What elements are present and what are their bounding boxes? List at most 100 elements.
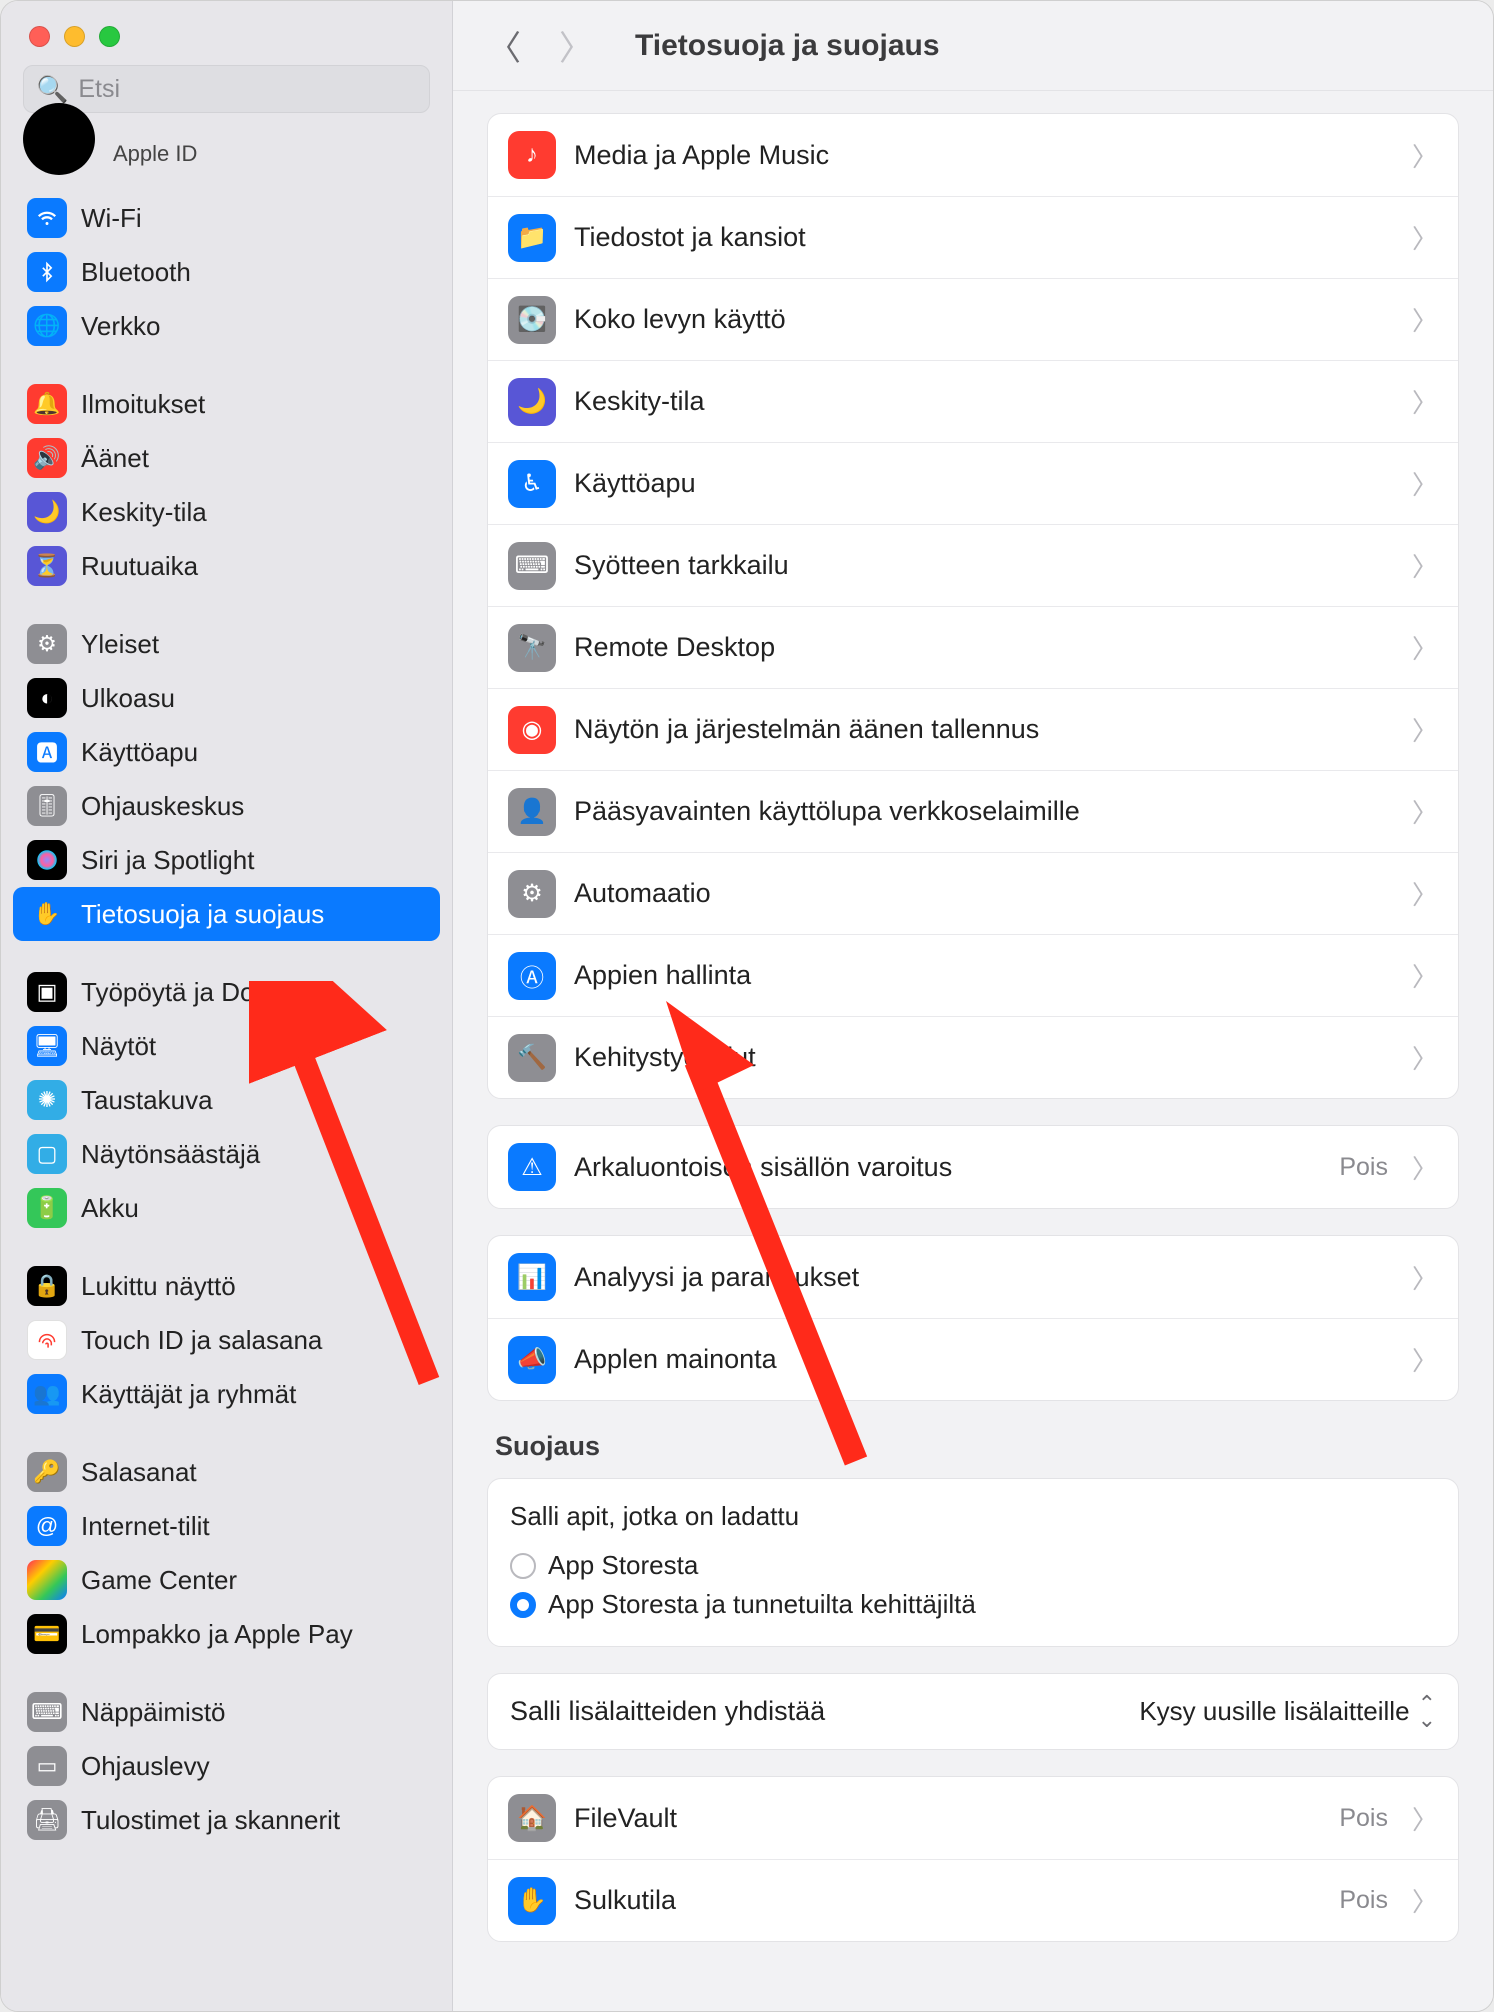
- keyboard-icon: ⌨︎: [508, 542, 556, 590]
- row-filevault[interactable]: 🏠 FileVault Pois 〉: [488, 1777, 1458, 1859]
- sidebar-item-sound[interactable]: 🔊 Äänet: [13, 431, 440, 485]
- search-input[interactable]: [78, 75, 417, 104]
- row-media-apple-music[interactable]: ♪ Media ja Apple Music 〉: [488, 114, 1458, 196]
- sidebar-item-internet-accounts[interactable]: @ Internet-tilit: [13, 1499, 440, 1553]
- chevron-right-icon: 〉: [1412, 1039, 1438, 1076]
- sidebar-item-users-groups[interactable]: 👥 Käyttäjät ja ryhmät: [13, 1367, 440, 1421]
- row-accessibility[interactable]: ♿︎ Käyttöapu 〉: [488, 442, 1458, 524]
- sidebar-group-input: ⌨︎ Näppäimistö ▭ Ohjauslevy 🖨︎ Tulostime…: [1, 1685, 452, 1847]
- search-icon: 🔍: [36, 74, 68, 105]
- row-label: Media ja Apple Music: [574, 140, 1394, 171]
- radio-label: App Storesta ja tunnetuilta kehittäjiltä: [548, 1589, 976, 1620]
- sidebar-item-privacy-security[interactable]: ✋ Tietosuoja ja suojaus: [13, 887, 440, 941]
- sidebar-item-bluetooth[interactable]: Bluetooth: [13, 245, 440, 299]
- search-field[interactable]: 🔍: [23, 65, 430, 113]
- sidebar-item-siri-spotlight[interactable]: Siri ja Spotlight: [13, 833, 440, 887]
- sidebar-item-network[interactable]: 🌐 Verkko: [13, 299, 440, 353]
- moon-icon: 🌙: [508, 378, 556, 426]
- sidebar-item-keyboard[interactable]: ⌨︎ Näppäimistö: [13, 1685, 440, 1739]
- row-app-management[interactable]: Ⓐ Appien hallinta 〉: [488, 934, 1458, 1016]
- sidebar-item-label: Yleiset: [81, 629, 159, 660]
- sidebar-item-printers-scanners[interactable]: 🖨︎ Tulostimet ja skannerit: [13, 1793, 440, 1847]
- sidebar-item-notifications[interactable]: 🔔 Ilmoitukset: [13, 377, 440, 431]
- bell-icon: 🔔: [27, 384, 67, 424]
- apple-id-label: Apple ID: [113, 141, 197, 167]
- siri-icon: [27, 840, 67, 880]
- chevron-right-icon: 〉: [1412, 629, 1438, 666]
- sidebar-item-control-center[interactable]: 🎚︎ Ohjauskeskus: [13, 779, 440, 833]
- sidebar-item-label: Taustakuva: [81, 1085, 213, 1116]
- window-zoom-button[interactable]: [99, 26, 120, 47]
- stepper-icon: ⌃⌄: [1418, 1696, 1436, 1727]
- row-lockdown-mode[interactable]: ✋ Sulkutila Pois 〉: [488, 1859, 1458, 1941]
- row-focus[interactable]: 🌙 Keskity-tila 〉: [488, 360, 1458, 442]
- appstore-icon: Ⓐ: [508, 952, 556, 1000]
- switches-icon: 🎚︎: [27, 786, 67, 826]
- sidebar-item-focus[interactable]: 🌙 Keskity-tila: [13, 485, 440, 539]
- sidebar-item-battery[interactable]: 🔋 Akku: [13, 1181, 440, 1235]
- radio-app-store-and-devs[interactable]: App Storesta ja tunnetuilta kehittäjiltä: [510, 1585, 1436, 1624]
- sidebar-item-desktop-dock[interactable]: ▣ Työpöytä ja Dock: [13, 965, 440, 1019]
- main-panel: 〈 〉 Tietosuoja ja suojaus ♪ Media ja App…: [453, 1, 1493, 2011]
- dock-icon: ▣: [27, 972, 67, 1012]
- chevron-right-icon: 〉: [1412, 793, 1438, 830]
- row-sensitive-content-warning[interactable]: ⚠︎ Arkaluontoisen sisällön varoitus Pois…: [488, 1126, 1458, 1208]
- row-analytics-improvements[interactable]: 📊 Analyysi ja parannukset 〉: [488, 1236, 1458, 1318]
- apple-id-row[interactable]: Apple ID: [1, 127, 452, 191]
- appearance-icon: ◐: [27, 678, 67, 718]
- row-passkeys-web[interactable]: 👤 Pääsyavainten käyttölupa verkkoselaimi…: [488, 770, 1458, 852]
- row-developer-tools[interactable]: 🔨 Kehitystyökalut 〉: [488, 1016, 1458, 1098]
- chevron-right-icon: 〉: [1412, 383, 1438, 420]
- sidebar-item-label: Käyttöapu: [81, 737, 198, 768]
- sidebar-item-label: Työpöytä ja Dock: [81, 977, 280, 1008]
- select-value: Kysy uusille lisälaitteille: [1139, 1696, 1409, 1727]
- bluetooth-icon: [27, 252, 67, 292]
- sidebar-item-label: Näytöt: [81, 1031, 156, 1062]
- row-label: Appien hallinta: [574, 960, 1394, 991]
- fingerprint-icon: [27, 1320, 67, 1360]
- radio-app-store[interactable]: App Storesta: [510, 1546, 1436, 1585]
- row-input-monitoring[interactable]: ⌨︎ Syötteen tarkkailu 〉: [488, 524, 1458, 606]
- sidebar-item-wallet-applepay[interactable]: 💳 Lompakko ja Apple Pay: [13, 1607, 440, 1661]
- sidebar-item-general[interactable]: ⚙︎ Yleiset: [13, 617, 440, 671]
- row-full-disk-access[interactable]: 💽 Koko levyn käyttö 〉: [488, 278, 1458, 360]
- filevault-icon: 🏠: [508, 1794, 556, 1842]
- window-minimize-button[interactable]: [64, 26, 85, 47]
- sidebar-item-screentime[interactable]: ⏳ Ruutuaika: [13, 539, 440, 593]
- sidebar-item-wifi[interactable]: Wi-Fi: [13, 191, 440, 245]
- content-scroll[interactable]: ♪ Media ja Apple Music 〉 📁 Tiedostot ja …: [453, 91, 1493, 2011]
- window-close-button[interactable]: [29, 26, 50, 47]
- sidebar-item-displays[interactable]: 🖥︎ Näytöt: [13, 1019, 440, 1073]
- battery-icon: 🔋: [27, 1188, 67, 1228]
- row-files-folders[interactable]: 📁 Tiedostot ja kansiot 〉: [488, 196, 1458, 278]
- row-apple-advertising[interactable]: 📣 Applen mainonta 〉: [488, 1318, 1458, 1400]
- sidebar-item-appearance[interactable]: ◐ Ulkoasu: [13, 671, 440, 725]
- sidebar-item-label: Tietosuoja ja suojaus: [81, 899, 324, 930]
- row-allow-accessories[interactable]: Salli lisälaitteiden yhdistää Kysy uusil…: [488, 1674, 1458, 1749]
- sidebar-item-screensaver[interactable]: ▢ Näytönsäästäjä: [13, 1127, 440, 1181]
- sidebar-group-general: ⚙︎ Yleiset ◐ Ulkoasu 🅰︎ Käyttöapu 🎚︎ Ohj…: [1, 617, 452, 941]
- sidebar-item-label: Tulostimet ja skannerit: [81, 1805, 340, 1836]
- sidebar-group-attention: 🔔 Ilmoitukset 🔊 Äänet 🌙 Keskity-tila ⏳ R…: [1, 377, 452, 593]
- sidebar-item-accessibility[interactable]: 🅰︎ Käyttöapu: [13, 725, 440, 779]
- sidebar-item-trackpad[interactable]: ▭ Ohjauslevy: [13, 1739, 440, 1793]
- nav-forward-button[interactable]: 〉: [553, 21, 599, 70]
- sidebar-item-wallpaper[interactable]: ✺ Taustakuva: [13, 1073, 440, 1127]
- sidebar-item-label: Verkko: [81, 311, 161, 342]
- sidebar-item-gamecenter[interactable]: Game Center: [13, 1553, 440, 1607]
- sidebar-item-touchid[interactable]: Touch ID ja salasana: [13, 1313, 440, 1367]
- sidebar-item-lockscreen[interactable]: 🔒 Lukittu näyttö: [13, 1259, 440, 1313]
- row-screen-recording[interactable]: ◉ Näytön ja järjestelmän äänen tallennus…: [488, 688, 1458, 770]
- megaphone-icon: 📣: [508, 1336, 556, 1384]
- sidebar-item-label: Siri ja Spotlight: [81, 845, 254, 876]
- row-label: Salli lisälaitteiden yhdistää: [510, 1696, 1139, 1727]
- sidebar-group-lock: 🔒 Lukittu näyttö Touch ID ja salasana 👥 …: [1, 1259, 452, 1421]
- row-remote-desktop[interactable]: 🔭 Remote Desktop 〉: [488, 606, 1458, 688]
- nav-back-button[interactable]: 〈: [481, 21, 527, 70]
- row-automation[interactable]: ⚙︎ Automaatio 〉: [488, 852, 1458, 934]
- warning-icon: ⚠︎: [508, 1143, 556, 1191]
- sidebar-item-passwords[interactable]: 🔑 Salasanat: [13, 1445, 440, 1499]
- hand-icon: ✋: [508, 1877, 556, 1925]
- sidebar-item-label: Keskity-tila: [81, 497, 207, 528]
- avatar: [23, 103, 95, 175]
